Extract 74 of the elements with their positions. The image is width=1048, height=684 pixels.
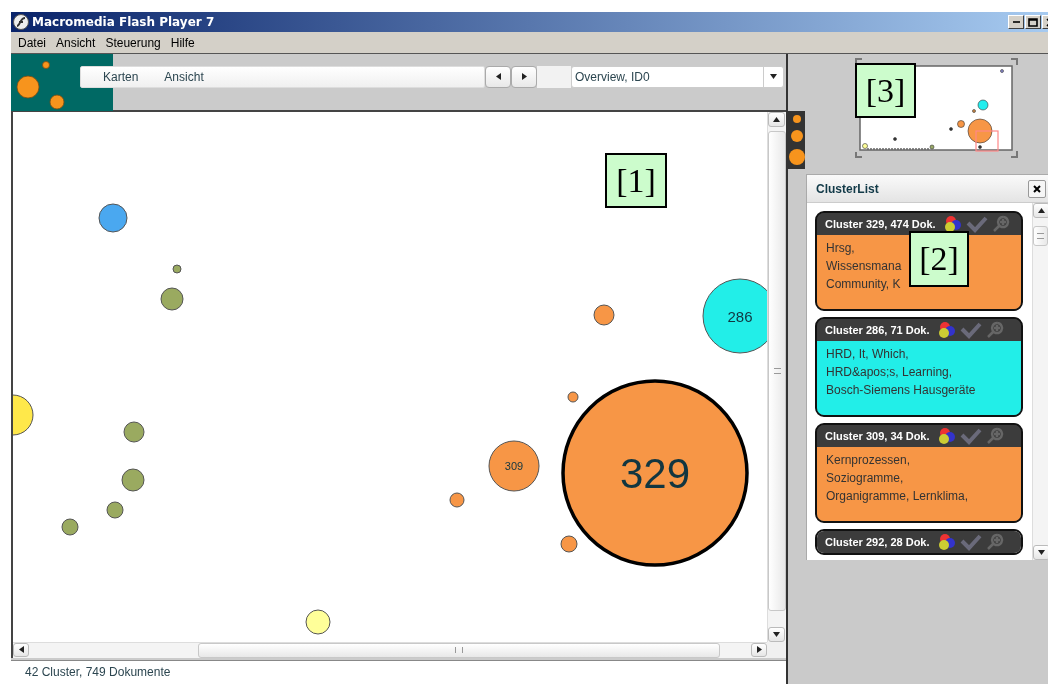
previous-button[interactable]	[485, 65, 511, 88]
scroll-left-button[interactable]	[13, 642, 29, 657]
cluster-title: Cluster 329, 474 Dok.	[825, 218, 936, 230]
cluster-bubble[interactable]	[561, 378, 749, 567]
check-icon[interactable]	[959, 321, 982, 339]
cluster-bubble[interactable]	[593, 304, 615, 326]
right-arrow-icon	[755, 646, 763, 654]
check-icon[interactable]	[959, 533, 982, 551]
toolbar-menu[interactable]: Karten	[103, 69, 152, 84]
app-icon	[13, 14, 29, 30]
scroll-thumb[interactable]	[768, 130, 786, 611]
color-picker-icon[interactable]	[942, 215, 963, 233]
cluster-bubble[interactable]	[106, 501, 124, 519]
menu-item[interactable]: Datei	[13, 35, 51, 50]
down-arrow-icon	[773, 630, 781, 638]
status-bar: 42 Cluster, 749 Dokumente	[11, 659, 786, 684]
color-picker-icon[interactable]	[936, 533, 957, 551]
check-icon[interactable]	[965, 215, 988, 233]
scroll-down-button[interactable]	[768, 626, 786, 642]
maximize-button[interactable]	[1025, 15, 1041, 29]
cluster-card[interactable]: Cluster 286, 71 Dok. HRD, It, Which, HRD&apos;s, Learning, Bosch-Siemens Hausgeräte	[815, 317, 1023, 417]
left-arrow-icon	[494, 73, 502, 81]
toolbar-menu[interactable]: Ansicht	[164, 69, 217, 84]
bubble-label: 286	[727, 307, 753, 325]
cluster-title: Cluster 292, 28 Dok.	[825, 536, 930, 548]
bubble-label: 309	[504, 459, 524, 472]
scroll-down-button[interactable]	[1033, 545, 1048, 560]
scroll-thumb[interactable]	[1033, 226, 1048, 246]
cluster-terms: HRD, It, Which, HRD&apos;s, Learning, Bosch-Siemens Hausgeräte	[817, 341, 1021, 415]
maximize-icon	[1028, 17, 1038, 27]
cluster-card[interactable]: Cluster 309, 34 Dok. Kernprozessen, Soziogramme, Organigramme, Lernklima,	[815, 423, 1023, 523]
callout-label: [3]	[855, 63, 916, 118]
cluster-bubble[interactable]	[61, 518, 79, 536]
cluster-bubble[interactable]	[560, 535, 578, 553]
color-picker-icon[interactable]	[936, 321, 957, 339]
callout-label: [1]	[605, 153, 667, 208]
cluster-card[interactable]: Cluster 292, 28 Dok.	[815, 529, 1023, 555]
close-button[interactable]	[1028, 179, 1046, 198]
window-title: Macromedia Flash Player 7	[32, 15, 216, 29]
minimize-icon	[1012, 21, 1020, 23]
size-icon[interactable]	[790, 130, 803, 142]
down-arrow-icon	[1038, 549, 1045, 556]
size-icon[interactable]	[788, 149, 805, 166]
bubble-label: 329	[619, 449, 691, 497]
color-picker-icon[interactable]	[936, 427, 957, 445]
close-icon	[1033, 184, 1041, 193]
up-arrow-icon	[1038, 207, 1045, 214]
next-button[interactable]	[511, 65, 537, 88]
scroll-up-button[interactable]	[1033, 203, 1048, 218]
cluster-bubble[interactable]	[160, 287, 184, 311]
size-icon[interactable]	[792, 114, 801, 123]
up-arrow-icon	[773, 115, 781, 123]
menu-item[interactable]: Ansicht	[51, 35, 101, 50]
cluster-bubble[interactable]	[121, 468, 145, 492]
left-arrow-icon	[17, 646, 25, 654]
scroll-thumb[interactable]	[198, 642, 720, 658]
cluster-title: Cluster 286, 71 Dok.	[825, 324, 930, 336]
cluster-bubble[interactable]	[172, 264, 182, 274]
cluster-bubble[interactable]	[305, 609, 331, 635]
cluster-title: Cluster 309, 34 Dok.	[825, 430, 930, 442]
minimize-button[interactable]	[1008, 15, 1024, 29]
cluster-bubble[interactable]	[123, 421, 145, 443]
scroll-right-button[interactable]	[751, 642, 767, 657]
panel-title: ClusterList	[816, 181, 879, 196]
blank-field	[537, 65, 571, 88]
cluster-bubble[interactable]	[488, 440, 540, 492]
cluster-terms: Kernprozessen, Soziogramme, Organigramme, Lernklima,	[817, 447, 1021, 521]
check-icon[interactable]	[959, 427, 982, 445]
view-dropdown[interactable]: Overview, ID0	[571, 65, 784, 88]
right-arrow-icon	[520, 73, 528, 81]
callout-label: [2]	[909, 231, 969, 287]
menu-item[interactable]: Steuerung	[100, 35, 166, 50]
caret-icon	[770, 73, 777, 81]
menu-item[interactable]: Hilfe	[165, 35, 200, 50]
